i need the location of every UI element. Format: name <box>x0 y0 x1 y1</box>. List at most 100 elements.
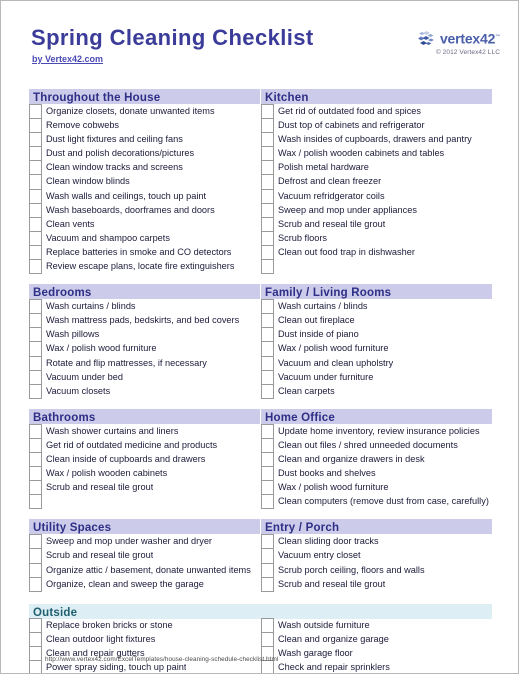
checklist-item[interactable]: Wax / polish wood furniture <box>261 341 492 357</box>
checklist-item[interactable]: Organize closets, donate unwanted items <box>29 104 260 120</box>
checklist-item[interactable]: Vacuum and shampoo carpets <box>29 230 260 246</box>
checkbox[interactable] <box>261 631 274 647</box>
checkbox[interactable] <box>29 534 42 550</box>
checkbox[interactable] <box>29 576 42 592</box>
checklist-item[interactable]: Wash walls and ceilings, touch up paint <box>29 188 260 204</box>
checklist-item[interactable]: Clean window tracks and screens <box>29 160 260 176</box>
checklist-item[interactable]: Vacuum closets <box>29 383 260 399</box>
checklist-item[interactable]: Organize, clean and sweep the garage <box>29 576 260 592</box>
checkbox[interactable] <box>261 146 274 162</box>
checklist-item[interactable]: Defrost and clean freezer <box>261 174 492 190</box>
checkbox[interactable] <box>261 562 274 578</box>
checkbox[interactable] <box>29 494 42 510</box>
checkbox[interactable] <box>261 451 274 468</box>
checkbox[interactable] <box>29 104 42 120</box>
checkbox[interactable] <box>29 383 42 399</box>
checklist-item[interactable]: Wash curtains / blinds <box>29 299 260 315</box>
checklist-item[interactable] <box>261 259 492 275</box>
checklist-item[interactable]: Wash curtains / blinds <box>261 299 492 315</box>
checkbox[interactable] <box>261 437 274 453</box>
checkbox[interactable] <box>261 230 274 246</box>
checklist-item[interactable]: Check and repair sprinklers <box>261 660 492 673</box>
checkbox[interactable] <box>261 341 274 357</box>
checkbox[interactable] <box>261 383 274 399</box>
checklist-item[interactable]: Dust top of cabinets and refrigerator <box>261 118 492 134</box>
checkbox[interactable] <box>29 174 42 190</box>
checklist-item[interactable]: Vacuum and clean upholstry <box>261 355 492 371</box>
checkbox[interactable] <box>261 480 274 496</box>
checklist-item[interactable]: Dust light fixtures and ceiling fans <box>29 132 260 148</box>
checklist-item[interactable]: Remove cobwebs <box>29 118 260 134</box>
checklist-item[interactable]: Scrub porch ceiling, floors and walls <box>261 562 492 578</box>
checkbox[interactable] <box>29 423 42 439</box>
checkbox[interactable] <box>261 313 274 329</box>
checkbox[interactable] <box>29 299 42 315</box>
checkbox[interactable] <box>29 631 42 647</box>
checkbox[interactable] <box>261 160 274 176</box>
checklist-item[interactable]: Clean vents <box>29 216 260 232</box>
checklist-item[interactable]: Clean and organize garage <box>261 631 492 647</box>
checklist-item[interactable]: Wax / polish wooden cabinets and tables <box>261 146 492 162</box>
checkbox[interactable] <box>261 244 274 261</box>
checklist-item[interactable]: Clean sliding door tracks <box>261 534 492 550</box>
checkbox[interactable] <box>29 341 42 357</box>
checklist-item[interactable]: Wax / polish wood furniture <box>29 341 260 357</box>
checkbox[interactable] <box>261 369 274 385</box>
checkbox[interactable] <box>261 327 274 343</box>
checklist-item[interactable]: Scrub and reseal tile grout <box>261 216 492 232</box>
checklist-item[interactable]: Scrub and reseal tile grout <box>261 576 492 592</box>
checklist-item[interactable] <box>29 494 260 510</box>
checkbox[interactable] <box>29 355 42 371</box>
checklist-item[interactable]: Vacuum under bed <box>29 369 260 385</box>
checklist-item[interactable]: Clean outdoor light fixtures <box>29 631 260 647</box>
checkbox[interactable] <box>29 480 42 496</box>
checkbox[interactable] <box>29 466 42 482</box>
checklist-item[interactable]: Vacuum refridgerator coils <box>261 188 492 204</box>
checklist-item[interactable]: Clean and organize drawers in desk <box>261 451 492 468</box>
checkbox[interactable] <box>261 466 274 482</box>
checklist-item[interactable]: Clean out food trap in dishwasher <box>261 244 492 261</box>
checkbox[interactable] <box>29 562 42 578</box>
checklist-item[interactable]: Clean inside of cupboards and drawers <box>29 451 260 468</box>
checkbox[interactable] <box>29 146 42 162</box>
checkbox[interactable] <box>261 104 274 120</box>
checklist-item[interactable]: Dust and polish decorations/pictures <box>29 146 260 162</box>
checklist-item[interactable]: Wax / polish wood furniture <box>261 480 492 496</box>
checklist-item[interactable]: Review escape plans, locate fire extingu… <box>29 259 260 275</box>
checkbox[interactable] <box>261 216 274 232</box>
checklist-item[interactable]: Clean window blinds <box>29 174 260 190</box>
checkbox[interactable] <box>29 645 42 661</box>
checklist-item[interactable]: Update home inventory, review insurance … <box>261 423 492 439</box>
checkbox[interactable] <box>261 118 274 134</box>
checkbox[interactable] <box>261 202 274 218</box>
checklist-item[interactable]: Wash insides of cupboards, drawers and p… <box>261 132 492 148</box>
checklist-item[interactable]: Wash garage floor <box>261 645 492 661</box>
checkbox[interactable] <box>261 534 274 550</box>
checkbox[interactable] <box>29 216 42 232</box>
checklist-item[interactable]: Sweep and mop under washer and dryer <box>29 534 260 550</box>
checkbox[interactable] <box>261 423 274 439</box>
checklist-item[interactable]: Wash baseboards, doorframes and doors <box>29 202 260 218</box>
checkbox[interactable] <box>29 160 42 176</box>
checklist-item[interactable]: Dust inside of piano <box>261 327 492 343</box>
checklist-item[interactable]: Clean out files / shred unneeded documen… <box>261 437 492 453</box>
checkbox[interactable] <box>261 132 274 148</box>
checklist-item[interactable]: Wash outside furniture <box>261 617 492 633</box>
checklist-item[interactable]: Replace broken bricks or stone <box>29 617 260 633</box>
footer-url[interactable]: http://www.vertex42.com/ExcelTemplates/h… <box>45 656 278 663</box>
checkbox[interactable] <box>29 617 42 633</box>
checklist-item[interactable]: Scrub and reseal tile grout <box>29 480 260 496</box>
checklist-item[interactable]: Wash pillows <box>29 327 260 343</box>
checklist-item[interactable]: Scrub floors <box>261 230 492 246</box>
checklist-item[interactable]: Replace batteries in smoke and CO detect… <box>29 244 260 261</box>
checkbox[interactable] <box>261 299 274 315</box>
checkbox[interactable] <box>261 494 274 510</box>
checkbox[interactable] <box>29 313 42 329</box>
checkbox[interactable] <box>29 230 42 246</box>
checkbox[interactable] <box>29 244 42 261</box>
checkbox[interactable] <box>261 548 274 564</box>
checklist-item[interactable]: Polish metal hardware <box>261 160 492 176</box>
checklist-item[interactable]: Organize attic / basement, donate unwant… <box>29 562 260 578</box>
checkbox[interactable] <box>261 576 274 592</box>
checkbox[interactable] <box>29 660 42 673</box>
